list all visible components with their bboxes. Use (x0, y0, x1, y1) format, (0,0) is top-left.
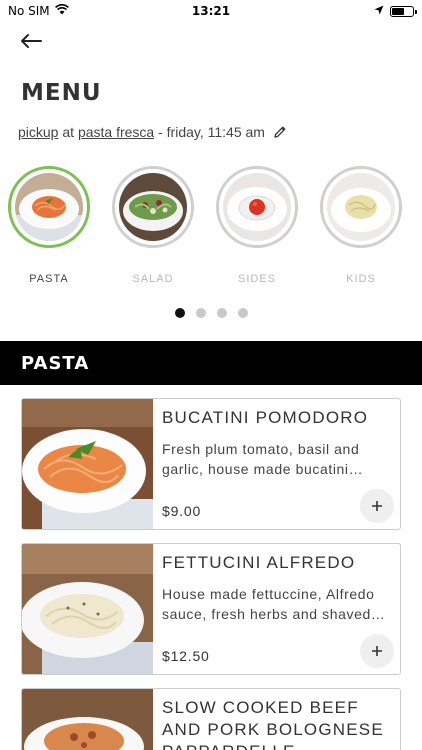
item-photo (22, 399, 153, 529)
item-body: FETTUCINI ALFREDO House made fettuccine,… (162, 552, 390, 624)
order-location-link[interactable]: pasta fresca (78, 124, 154, 140)
status-right (374, 4, 417, 18)
page-dot[interactable] (216, 308, 227, 318)
category-carousel: PASTA SALAD SIDES KIDS (0, 166, 422, 296)
order-summary: pickup at pasta fresca - friday, 11:45 a… (18, 124, 287, 140)
battery-icon (390, 5, 417, 17)
item-body: BUCATINI POMODORO Fresh plum tomato, bas… (162, 407, 390, 479)
category-sides[interactable]: SIDES (216, 166, 298, 285)
order-time: friday, 11:45 am (166, 124, 265, 140)
plus-icon (371, 496, 383, 517)
arrow-left-icon (19, 33, 43, 53)
item-description: House made fettuccine, Alfredo sauce, fr… (162, 586, 375, 622)
page-dot[interactable] (174, 308, 185, 318)
wifi-icon (54, 4, 69, 18)
location-arrow-icon (374, 4, 384, 18)
carousel-pagination (0, 308, 422, 318)
section-header: PASTA (0, 341, 422, 385)
item-price: $9.00 (162, 503, 202, 519)
item-photo (22, 689, 153, 750)
item-photo (22, 544, 153, 674)
category-kids-image (320, 166, 402, 248)
menu-item-card[interactable]: SLOW COOKED BEEF AND PORK BOLOGNESE PAPP… (21, 688, 401, 750)
category-label: KIDS (346, 273, 376, 285)
carrier-label: No SIM (8, 4, 50, 18)
category-label: SALAD (132, 273, 174, 285)
item-price: $12.50 (162, 648, 210, 664)
category-label: PASTA (29, 273, 69, 285)
item-name: FETTUCINI ALFREDO (162, 553, 356, 572)
order-connector: at (62, 124, 75, 140)
category-label: SIDES (237, 273, 276, 285)
category-salad-image (112, 166, 194, 248)
pencil-icon[interactable] (273, 125, 287, 139)
page-dot[interactable] (237, 308, 248, 318)
category-pasta[interactable]: PASTA (8, 166, 90, 285)
page-title: MENU (21, 80, 102, 106)
add-to-order-button[interactable] (360, 489, 394, 523)
item-name: SLOW COOKED BEEF AND PORK BOLOGNESE PAPP… (162, 698, 384, 750)
page-dot[interactable] (195, 308, 206, 318)
category-sides-image (216, 166, 298, 248)
order-mode-link[interactable]: pickup (18, 124, 58, 140)
item-name: BUCATINI POMODORO (162, 408, 369, 427)
category-kids[interactable]: KIDS (320, 166, 402, 285)
plus-icon (371, 641, 383, 662)
category-salad[interactable]: SALAD (112, 166, 194, 285)
menu-item-card[interactable]: FETTUCINI ALFREDO House made fettuccine,… (21, 543, 401, 675)
item-description: Fresh plum tomato, basil and garlic, hou… (162, 441, 360, 477)
status-bar: No SIM 13:21 (0, 0, 422, 22)
add-to-order-button[interactable] (360, 634, 394, 668)
back-button[interactable] (16, 30, 46, 56)
status-left: No SIM (8, 4, 69, 18)
menu-item-card[interactable]: BUCATINI POMODORO Fresh plum tomato, bas… (21, 398, 401, 530)
item-body: SLOW COOKED BEEF AND PORK BOLOGNESE PAPP… (162, 697, 390, 750)
category-pasta-image (8, 166, 90, 248)
